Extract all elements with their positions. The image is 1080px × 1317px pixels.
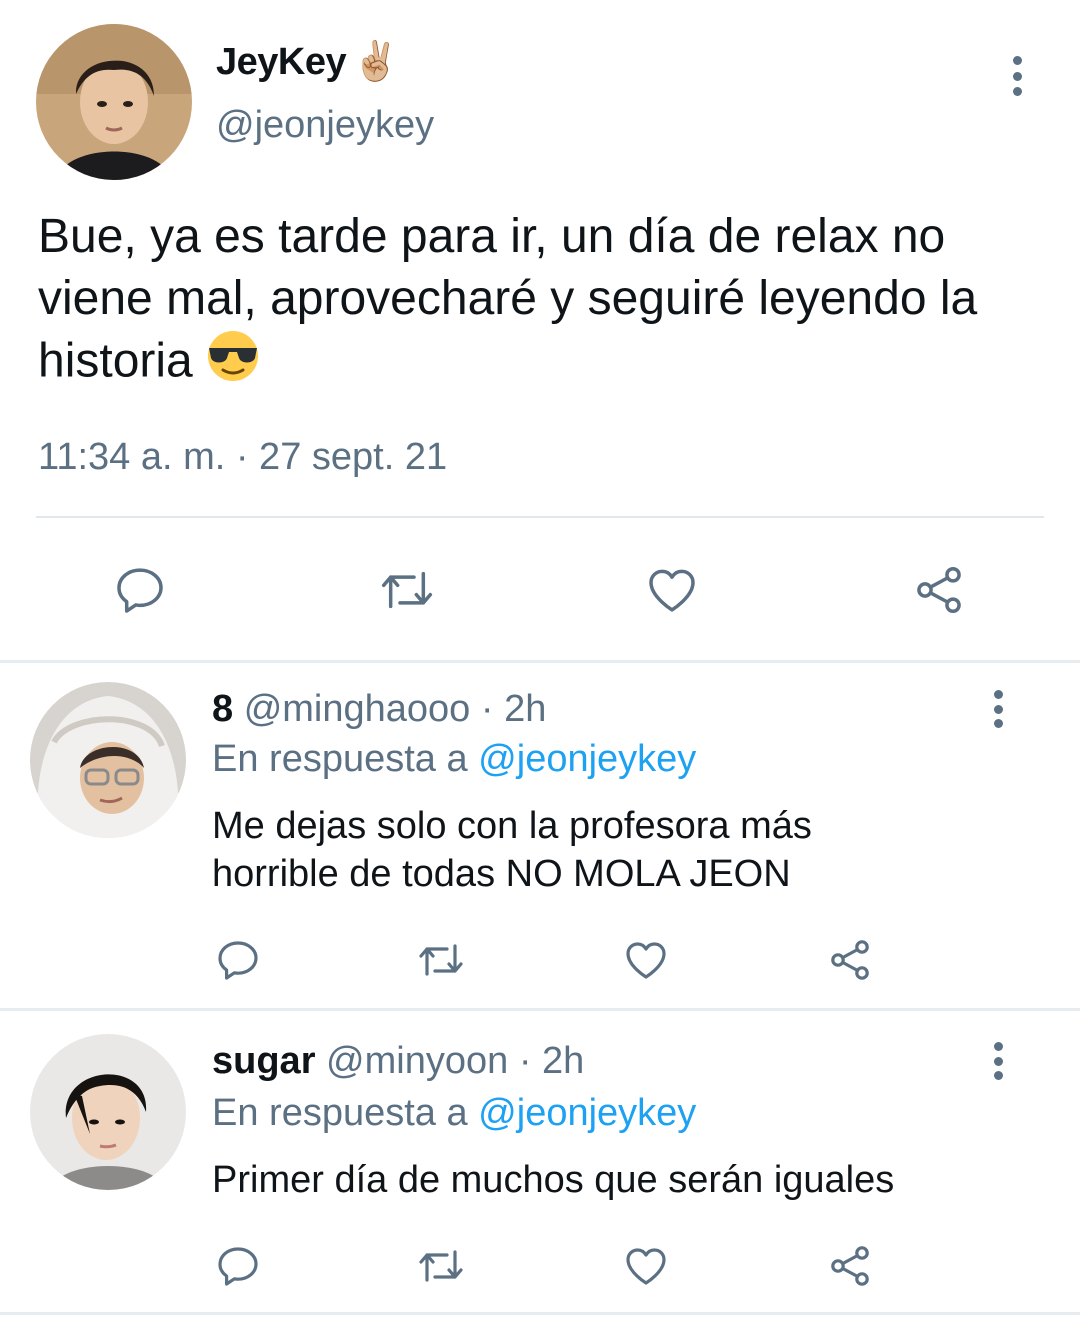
divider [0,660,1080,663]
reply-icon[interactable] [214,936,262,984]
reply-context: En respuesta a @jeonjeykey [212,1092,696,1135]
sunglasses-emoji [203,330,263,398]
reply-prefix: En respuesta a [212,738,468,780]
main-author-handle[interactable]: @jeonjeykey [216,104,434,147]
main-avatar[interactable] [36,24,192,180]
victory-hand-emoji: ✌🏼 [352,41,399,83]
more-options-icon[interactable] [992,690,1004,728]
reply-author-name[interactable]: 8 [212,688,233,730]
reply-avatar[interactable] [30,682,186,838]
reply-avatar[interactable] [30,1034,186,1190]
more-options-icon[interactable] [1011,56,1023,96]
main-author-name[interactable]: JeyKey ✌🏼 [216,40,399,84]
reply-text-line: horrible de todas NO MOLA JEON [212,853,791,895]
retweet-icon[interactable] [376,562,438,618]
tweet-body: Bue, ya es tarde para ir, un día de rela… [38,210,978,388]
like-icon[interactable] [622,936,670,984]
reply-prefix: En respuesta a [212,1092,468,1134]
share-icon[interactable] [826,1242,874,1290]
reply-time: · 2h [518,1040,585,1082]
reply-mention-link[interactable]: @jeonjeykey [478,1092,696,1134]
reply-icon[interactable] [112,562,168,618]
author-name-text: JeyKey [216,40,347,83]
reply-author-name[interactable]: sugar [212,1040,315,1082]
like-icon[interactable] [643,562,701,618]
divider [36,516,1044,518]
reply-text-line: Me dejas solo con la profesora más [212,805,812,847]
reply-context: En respuesta a @jeonjeykey [212,738,696,781]
reply-text-line: Primer día de muchos que serán iguales [212,1159,895,1201]
reply-author-handle[interactable]: @minyoon [326,1040,508,1082]
more-options-icon[interactable] [992,1042,1004,1080]
reply-time: · 2h [480,688,547,730]
like-icon[interactable] [622,1242,670,1290]
retweet-icon[interactable] [414,1242,468,1290]
reply-mention-link[interactable]: @jeonjeykey [478,738,696,780]
reply-header: sugar @minyoon · 2h [212,1040,584,1083]
divider [0,1312,1080,1315]
tweet-timestamp[interactable]: 11:34 a. m. · 27 sept. 21 [38,436,447,479]
reply-text: Me dejas solo con la profesora más horri… [212,802,1032,898]
tweet-text: Bue, ya es tarde para ir, un día de rela… [38,206,1048,398]
share-icon[interactable] [826,936,874,984]
share-icon[interactable] [910,562,968,618]
divider [0,1008,1080,1011]
reply-icon[interactable] [214,1242,262,1290]
reply-header: 8 @minghaooo · 2h [212,688,546,731]
retweet-icon[interactable] [414,936,468,984]
reply-text: Primer día de muchos que serán iguales [212,1156,1032,1204]
reply-author-handle[interactable]: @minghaooo [244,688,471,730]
